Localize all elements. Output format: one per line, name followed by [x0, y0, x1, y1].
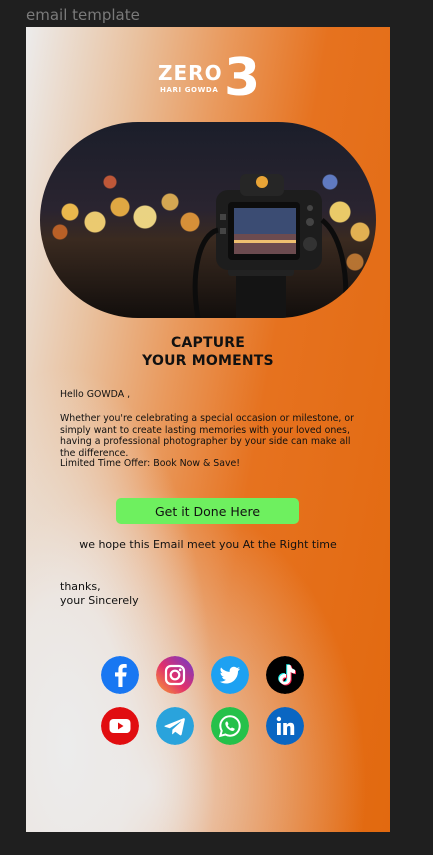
twitter-icon[interactable] [211, 656, 249, 694]
title-line-2: YOUR MOMENTS [142, 353, 274, 369]
hero-image-camera [40, 122, 376, 318]
logo-subtitle: HARI GOWDA [160, 86, 218, 94]
signoff: thanks, your Sincerely [60, 580, 139, 608]
facebook-icon[interactable] [101, 656, 139, 694]
logo-word: ZERO [158, 61, 223, 85]
linkedin-icon[interactable] [266, 707, 304, 745]
signoff-line-1: thanks, [60, 580, 101, 593]
get-it-done-button[interactable]: Get it Done Here [116, 498, 299, 524]
camera-illustration [192, 174, 349, 318]
email-template-frame[interactable]: ZERO HARI GOWDA 3 CAPTURE YOUR MOMENTS H… [26, 27, 390, 832]
greeting-text: Hello GOWDA , [60, 389, 131, 400]
signoff-line-2: your Sincerely [60, 594, 139, 607]
logo-digit: 3 [224, 48, 260, 102]
hope-text: we hope this Email meet you At the Right… [79, 538, 337, 551]
email-title: CAPTURE YOUR MOMENTS [26, 334, 390, 370]
offer-text: Limited Time Offer: Book Now & Save! [60, 458, 241, 469]
whatsapp-icon[interactable] [211, 707, 249, 745]
youtube-icon[interactable] [101, 707, 139, 745]
frame-label[interactable]: email template [26, 6, 140, 24]
instagram-icon[interactable] [156, 656, 194, 694]
title-line-1: CAPTURE [170, 335, 246, 351]
body-paragraph: Whether you're celebrating a special occ… [60, 413, 354, 459]
telegram-icon[interactable] [156, 707, 194, 745]
tiktok-icon[interactable] [266, 656, 304, 694]
brand-logo: ZERO HARI GOWDA 3 [156, 47, 266, 102]
